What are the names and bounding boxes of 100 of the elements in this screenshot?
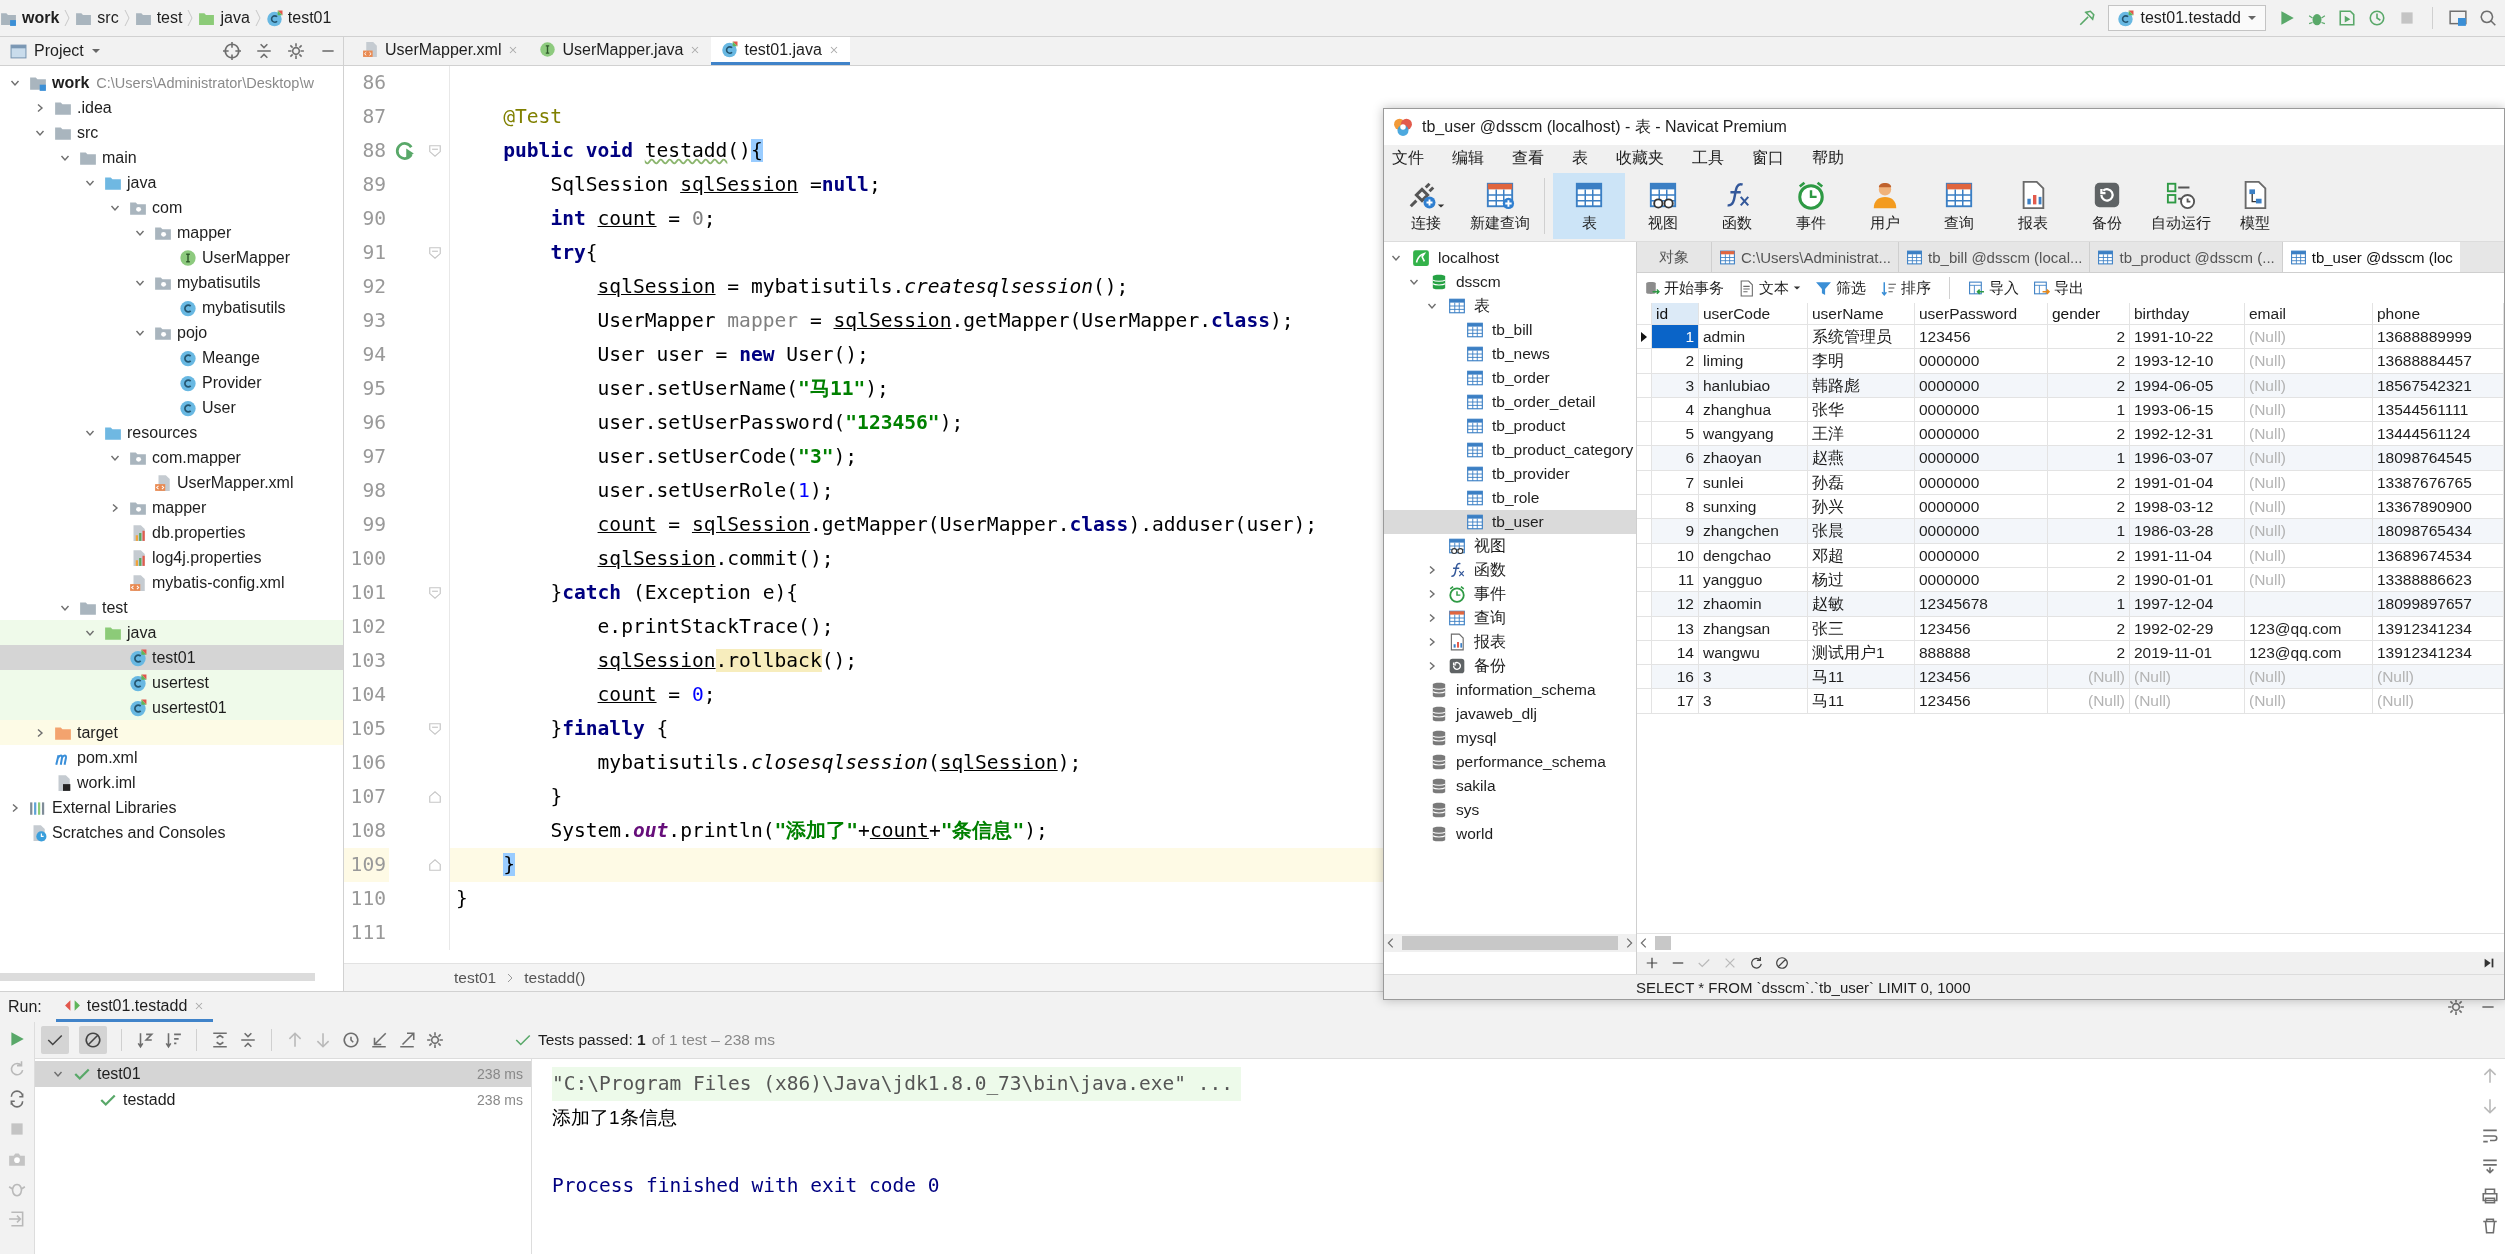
column-header[interactable]: userCode — [1699, 303, 1808, 325]
hammer-icon[interactable] — [2078, 9, 2097, 27]
menu-item[interactable]: 帮助 — [1812, 147, 1844, 169]
trash-icon[interactable] — [2481, 1217, 2499, 1235]
toolbar-button[interactable]: 函数 — [1701, 173, 1773, 239]
breadcrumb-item[interactable]: testadd() — [524, 968, 586, 987]
tree-item[interactable]: mysql — [1384, 726, 1636, 750]
menu-item[interactable]: 收藏夹 — [1616, 147, 1664, 169]
menu-item[interactable]: 工具 — [1692, 147, 1724, 169]
collapse-all-icon[interactable] — [255, 42, 273, 60]
tree-item[interactable]: work C:\Users\Administrator\Desktop\w — [0, 70, 343, 95]
breadcrumb-item[interactable]: test01 — [287, 9, 332, 27]
toolbar-button[interactable]: 用户 — [1849, 173, 1921, 239]
toolbar-button[interactable]: 备份 — [2071, 173, 2143, 239]
tree-item[interactable]: test01 — [0, 645, 343, 670]
tree-item[interactable]: Provider — [0, 370, 343, 395]
menu-item[interactable]: 查看 — [1512, 147, 1544, 169]
menu-item[interactable]: 窗口 — [1752, 147, 1784, 169]
toolbar-button[interactable]: 模型 — [2219, 173, 2291, 239]
tree-item[interactable]: dsscm — [1384, 270, 1636, 294]
last-record-icon[interactable] — [2482, 956, 2496, 970]
toolbar-button[interactable]: 筛选 — [1815, 278, 1866, 298]
test-item[interactable]: testadd 238 ms — [35, 1087, 531, 1113]
menu-item[interactable]: 表 — [1572, 147, 1588, 169]
tree-item[interactable]: UserMapper — [0, 245, 343, 270]
scrollbar[interactable] — [0, 973, 315, 981]
column-header[interactable]: userName — [1808, 303, 1915, 325]
column-header[interactable]: id — [1652, 303, 1699, 325]
tree-item[interactable]: tb_user — [1384, 510, 1636, 534]
gear-icon[interactable] — [287, 42, 305, 60]
breadcrumb-item[interactable]: src — [97, 9, 119, 27]
tree-item[interactable]: tb_bill — [1384, 318, 1636, 342]
scrollbar[interactable] — [1655, 936, 1671, 950]
gear-icon[interactable] — [2447, 998, 2465, 1016]
export-icon[interactable] — [398, 1031, 416, 1049]
tree-item[interactable]: 备份 — [1384, 654, 1636, 678]
tree-item[interactable]: performance_schema — [1384, 750, 1636, 774]
tree-item[interactable]: 函数 — [1384, 558, 1636, 582]
tree-item[interactable]: tb_order — [1384, 366, 1636, 390]
tree-item[interactable]: mapper — [0, 220, 343, 245]
tree-item[interactable]: main — [0, 145, 343, 170]
down-arrow-icon[interactable] — [2481, 1097, 2499, 1115]
tree-item[interactable]: mybatisutils — [0, 295, 343, 320]
tab[interactable]: C:\Users\Administrat... — [1712, 242, 1900, 272]
tree-item[interactable]: usertest01 — [0, 695, 343, 720]
filter-toggle[interactable] — [79, 1026, 107, 1054]
tree-item[interactable]: sys — [1384, 798, 1636, 822]
editor-tab[interactable]: UserMapper.xml — [352, 37, 530, 65]
tree-item[interactable]: mapper — [0, 495, 343, 520]
tab[interactable]: tb_product @dsscm (... — [2090, 242, 2283, 272]
toolbar-button[interactable]: 自动运行 — [2145, 173, 2217, 239]
toggle-auto-test-icon[interactable] — [8, 1090, 26, 1108]
tree-item[interactable]: pom.xml — [0, 745, 343, 770]
tree-item[interactable]: sakila — [1384, 774, 1636, 798]
print-icon[interactable] — [2481, 1187, 2499, 1205]
run-icon[interactable] — [8, 1030, 26, 1048]
breadcrumb-item[interactable]: test — [156, 9, 183, 27]
run-test-icon[interactable] — [395, 141, 415, 161]
tree-item[interactable]: User — [0, 395, 343, 420]
soft-wrap-icon[interactable] — [2481, 1127, 2499, 1145]
sort-duration-icon[interactable] — [164, 1031, 182, 1049]
toolbar-button[interactable]: 开始事务 — [1643, 278, 1724, 298]
coverage-icon[interactable] — [2338, 9, 2356, 27]
tree-item[interactable]: com.mapper — [0, 445, 343, 470]
toolbar-button[interactable]: 导出 — [2033, 278, 2084, 298]
history-icon[interactable] — [342, 1031, 360, 1049]
tree-item[interactable]: tb_product_category — [1384, 438, 1636, 462]
tree-item[interactable]: log4j.properties — [0, 545, 343, 570]
run-configuration-dropdown[interactable]: test01.testadd — [2108, 5, 2266, 31]
tree-item[interactable]: localhost — [1384, 246, 1636, 270]
import-icon[interactable] — [370, 1031, 388, 1049]
column-header[interactable]: birthday — [2130, 303, 2245, 325]
tree-item[interactable]: java — [0, 170, 343, 195]
tab[interactable]: 对象 — [1637, 242, 1712, 272]
menu-item[interactable]: 编辑 — [1452, 147, 1484, 169]
tree-item[interactable]: tb_product — [1384, 414, 1636, 438]
tree-item[interactable]: target — [0, 720, 343, 745]
expand-all-icon[interactable] — [211, 1031, 229, 1049]
tree-item[interactable]: world — [1384, 822, 1636, 846]
run-icon[interactable] — [2278, 9, 2296, 27]
breadcrumb-item[interactable]: work — [22, 9, 60, 27]
tree-item[interactable]: javaweb_dlj — [1384, 702, 1636, 726]
toolbar-button[interactable]: 新建查询 — [1464, 173, 1536, 239]
tree-item[interactable]: UserMapper.xml — [0, 470, 343, 495]
tree-item[interactable]: pojo — [0, 320, 343, 345]
toolbar-button[interactable]: 文本 — [1738, 278, 1801, 298]
scrollbar[interactable] — [1402, 936, 1618, 950]
editor-tab[interactable]: test01.java — [711, 37, 850, 65]
project-view-dropdown[interactable]: Project — [10, 42, 101, 60]
tree-item[interactable]: 表 — [1384, 294, 1636, 318]
tree-item[interactable]: tb_role — [1384, 486, 1636, 510]
toolbar-button[interactable]: 报表 — [1997, 173, 2069, 239]
tree-item[interactable]: com — [0, 195, 343, 220]
profiler-icon[interactable] — [2368, 9, 2386, 27]
tree-item[interactable]: Meange — [0, 345, 343, 370]
scroll-to-end-icon[interactable] — [2481, 1157, 2499, 1175]
tree-item[interactable]: mybatis-config.xml — [0, 570, 343, 595]
tree-item[interactable]: resources — [0, 420, 343, 445]
column-header[interactable]: gender — [2048, 303, 2130, 325]
gear-icon[interactable] — [426, 1031, 444, 1049]
